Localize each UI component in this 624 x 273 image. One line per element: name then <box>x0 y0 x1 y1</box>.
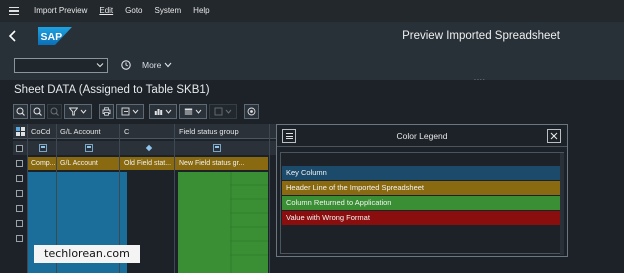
shell-header: SAP Preview Imported Spreadsheet <box>0 22 624 50</box>
back-button[interactable] <box>0 22 24 50</box>
vertical-scrollbar[interactable] <box>560 153 564 255</box>
legend-title: Color Legend <box>396 131 448 141</box>
cell-old-field-status: Old Field stat... <box>124 160 172 167</box>
view-button[interactable] <box>179 104 207 119</box>
row-select-checkbox[interactable] <box>16 235 23 242</box>
table-toolbar <box>13 104 259 119</box>
subtotal-button[interactable] <box>209 104 237 119</box>
resize-grip[interactable]: .... <box>474 75 486 82</box>
column-header-c[interactable]: C <box>121 124 171 139</box>
row-select-checkbox[interactable] <box>16 220 23 227</box>
view-icon <box>184 108 193 115</box>
legend-button[interactable] <box>244 104 259 119</box>
print-icon <box>102 107 111 116</box>
menu-goto[interactable]: Goto <box>119 0 148 22</box>
menu-bar: Import Preview Edit Goto System Help <box>0 0 624 22</box>
search-button[interactable] <box>30 104 45 119</box>
chevron-down-icon <box>164 62 172 68</box>
layout-button[interactable] <box>149 104 177 119</box>
filter-icon <box>69 107 78 116</box>
diamond-icon <box>145 144 153 152</box>
row-select-checkbox[interactable] <box>16 205 23 212</box>
export-button[interactable] <box>116 104 144 119</box>
key-icon <box>39 144 47 152</box>
row-select-checkbox[interactable] <box>16 190 23 197</box>
page-title: Preview Imported Spreadsheet <box>402 30 560 42</box>
select-all-icon[interactable] <box>16 127 25 136</box>
cell-gl-account: G/L Account <box>60 160 98 167</box>
chevron-down-icon <box>195 109 202 114</box>
chevron-down-icon <box>96 62 104 67</box>
sheet-title: Sheet DATA (Assigned to Table SKB1) <box>14 84 210 96</box>
legend-item-key-column: Key Column <box>282 166 563 180</box>
key-icon <box>213 144 221 152</box>
chevron-down-icon <box>225 109 232 114</box>
sap-logo: SAP <box>38 27 72 45</box>
filter-button[interactable] <box>64 104 92 119</box>
legend-list: Key Column Header Line of the Imported S… <box>280 152 564 255</box>
layout-icon <box>154 109 163 115</box>
hamburger-menu-icon[interactable] <box>0 0 28 22</box>
chevron-down-icon <box>165 109 172 114</box>
zoom-in-button[interactable] <box>13 104 28 119</box>
menu-import-preview[interactable]: Import Preview <box>28 0 93 22</box>
menu-edit[interactable]: Edit <box>93 0 119 22</box>
watermark: techlorean.com <box>34 245 140 263</box>
row-select-checkbox[interactable] <box>16 160 23 167</box>
legend-header: Color Legend <box>277 125 567 147</box>
more-button[interactable]: More <box>142 60 172 70</box>
reset-icon[interactable] <box>120 59 132 71</box>
menu-help[interactable]: Help <box>187 0 215 22</box>
table-row-spreadsheet-header[interactable]: Comp... G/L Account Old Field stat... Ne… <box>28 157 268 170</box>
more-label: More <box>142 60 162 70</box>
search-icon <box>33 107 42 116</box>
legend-item-header-line: Header Line of the Imported Spreadsheet <box>282 181 563 195</box>
print-button[interactable] <box>99 104 114 119</box>
cell-comp: Comp... <box>31 160 56 167</box>
color-legend-icon <box>247 107 256 116</box>
variant-select[interactable] <box>14 57 108 73</box>
green-cell-grid <box>230 172 268 273</box>
row-select-checkbox[interactable] <box>16 175 23 182</box>
close-icon <box>550 132 558 140</box>
chevron-down-icon <box>132 109 139 114</box>
column-header-field-status-group[interactable]: Field status group <box>176 124 268 139</box>
sap-logo-text: SAP <box>41 31 63 43</box>
app-window: Import Preview Edit Goto System Help SAP… <box>0 0 624 273</box>
app-toolbar: More <box>0 50 624 80</box>
menu-system[interactable]: System <box>149 0 188 22</box>
magnifier-plus-icon <box>16 107 25 116</box>
column-header-gl-account[interactable]: G/L Account <box>57 124 119 139</box>
legend-item-returned-column: Column Returned to Application <box>282 196 563 210</box>
chevron-down-icon <box>80 109 87 114</box>
row-select-checkbox[interactable] <box>16 145 23 152</box>
close-button[interactable] <box>547 129 561 143</box>
export-icon <box>121 107 130 116</box>
legend-item-wrong-format: Value with Wrong Format <box>282 211 563 225</box>
cell-new-field-status: New Field status gr... <box>179 160 245 167</box>
chevron-left-icon <box>8 30 16 42</box>
color-legend-dialog: Color Legend Key Column Header Line of t… <box>276 124 568 257</box>
subtotal-icon <box>214 107 223 116</box>
search-next-button[interactable] <box>47 104 62 119</box>
column-header-cocd[interactable]: CoCd <box>28 124 58 139</box>
search-next-icon <box>50 107 59 116</box>
key-icon <box>85 144 93 152</box>
